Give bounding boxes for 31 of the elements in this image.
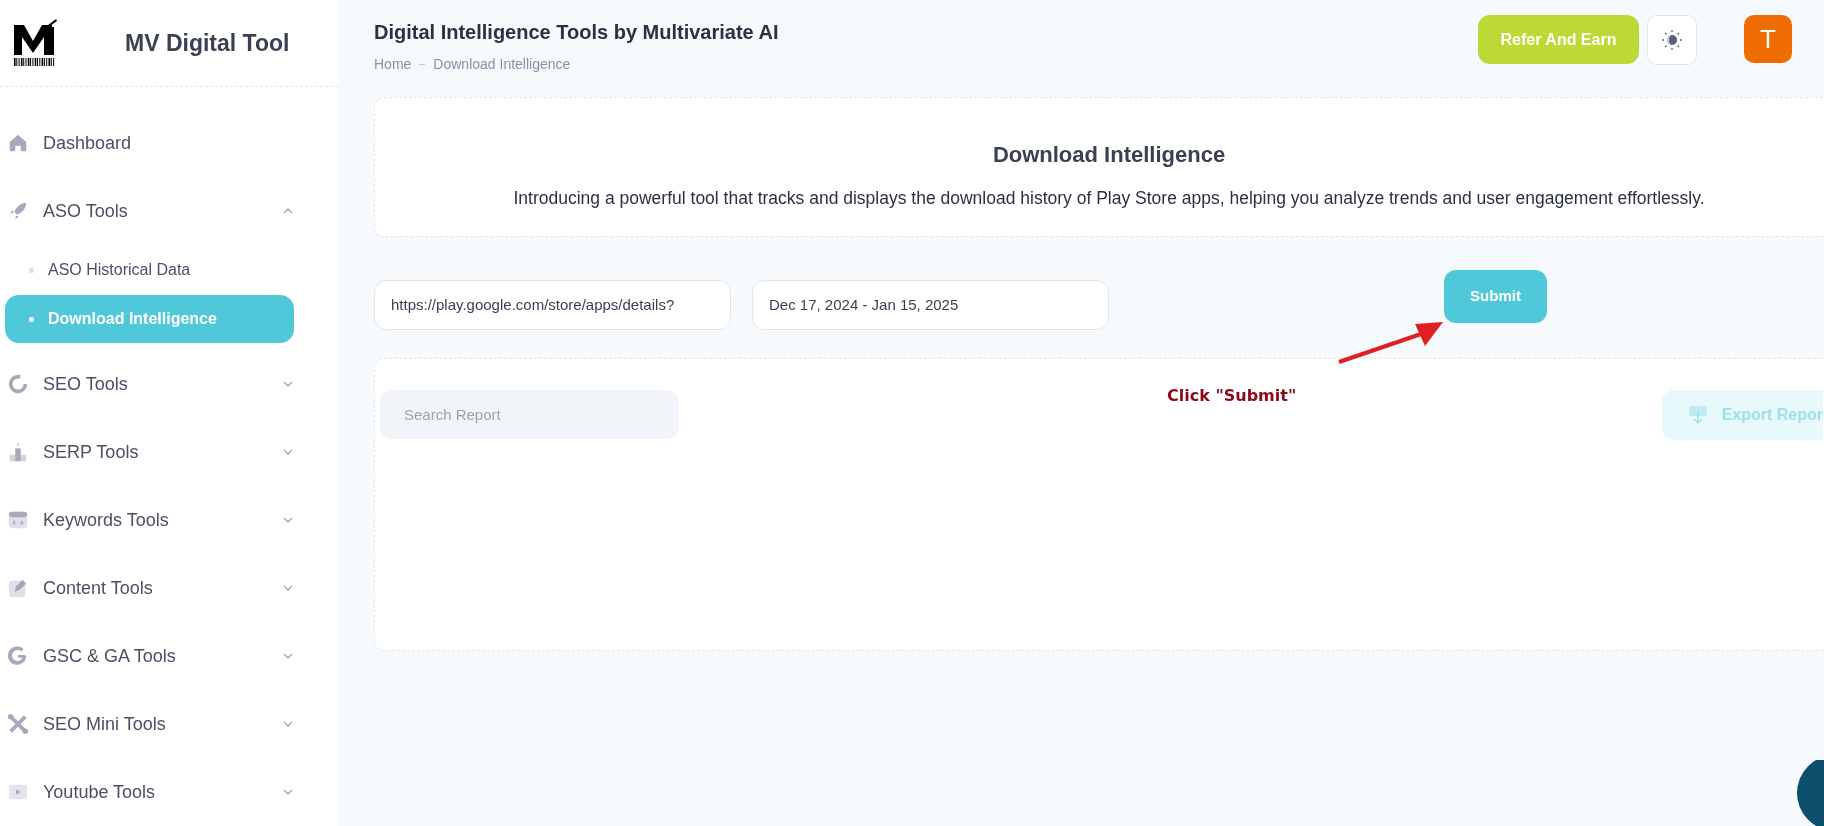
ring-icon <box>7 373 29 395</box>
sidebar-item[interactable]: SEO Mini Tools <box>0 690 338 758</box>
annotation-text: Click "Submit" <box>1167 385 1297 407</box>
page-title: Digital Intelligence Tools by Multivariate AI <box>374 20 779 45</box>
brand-name: MV Digital Tool <box>125 28 290 58</box>
search-field[interactable]: Search Report <box>380 390 679 439</box>
url-field[interactable]: https://play.google.com/store/apps/details? <box>374 280 731 330</box>
date-range-field[interactable]: Dec 17, 2024 - Jan 15, 2025 <box>752 280 1109 330</box>
intro-description: Introducing a powerful tool that tracks and displays the download history of Play Store apps, helping you analyze trends and user engagement effortlessly. <box>513 187 1705 210</box>
tools-icon <box>7 713 29 735</box>
sidebar-item[interactable]: GSC & GA Tools <box>0 622 338 690</box>
sidebar-item[interactable]: Content Tools <box>0 554 338 622</box>
sidebar-subitem[interactable]: ASO Historical Data <box>5 245 294 295</box>
rocket-icon <box>7 200 29 222</box>
pen-icon <box>7 577 29 599</box>
sidebar-item[interactable]: SERP Tools <box>0 418 338 486</box>
download-icon <box>1687 405 1708 425</box>
intro-title: Download Intelligence <box>992 141 1226 169</box>
breadcrumb-current: Download Intelligence <box>433 55 571 74</box>
theme-toggle[interactable] <box>1647 15 1697 65</box>
sidebar-item[interactable]: SEO Tools <box>0 350 338 418</box>
chat-icon[interactable] <box>1797 760 1824 826</box>
sidebar-item[interactable]: Dashboard <box>0 109 338 177</box>
sidebar-item[interactable]: Youtube Tools <box>0 758 338 826</box>
g-letter-icon <box>7 645 29 667</box>
sidebar-item[interactable]: ASO Tools <box>0 177 338 245</box>
sidebar-item[interactable]: Keywords Tools <box>0 486 338 554</box>
sun-moon-icon <box>1661 29 1683 51</box>
code-window-icon <box>7 509 29 531</box>
podium-icon <box>7 441 29 463</box>
home-icon <box>7 132 29 154</box>
